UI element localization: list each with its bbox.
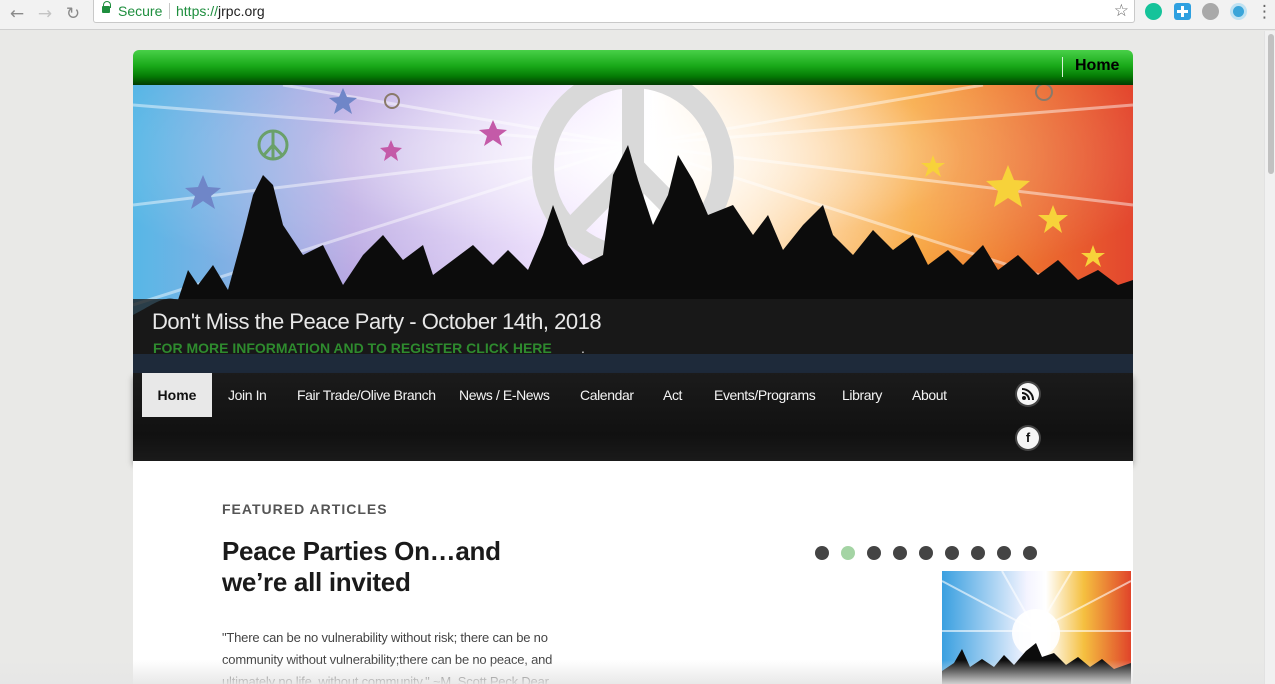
slider-dot[interactable] — [997, 546, 1011, 560]
nav-act[interactable]: Act — [663, 373, 682, 417]
browser-toolbar: ← → ↻ Secure https://jrpc.org ☆ ⋮ — [0, 0, 1275, 30]
page-scrollbar[interactable] — [1264, 31, 1275, 684]
nav-news[interactable]: News / E-News — [459, 373, 550, 417]
top-bar-divider — [1062, 57, 1063, 77]
slider-dot[interactable] — [919, 546, 933, 560]
browser-menu-icon[interactable]: ⋮ — [1256, 2, 1273, 22]
ghostery-icon[interactable] — [1202, 3, 1219, 20]
bookmark-star-icon[interactable]: ☆ — [1114, 1, 1129, 21]
lock-icon — [102, 1, 111, 13]
address-bar[interactable]: Secure https://jrpc.org ☆ — [93, 0, 1135, 23]
slider-dot[interactable] — [1023, 546, 1037, 560]
nav-fair-trade[interactable]: Fair Trade/Olive Branch — [297, 373, 436, 417]
plus-icon[interactable] — [1174, 3, 1191, 20]
hero-title: Don't Miss the Peace Party - October 14t… — [152, 309, 602, 334]
url-text[interactable]: https://jrpc.org — [176, 3, 265, 19]
secure-label: Secure — [118, 3, 163, 19]
hero-banner[interactable]: Don't Miss the Peace Party - October 14t… — [133, 85, 1133, 373]
address-divider — [169, 3, 170, 19]
slider-dot[interactable] — [945, 546, 959, 560]
scrollbar-thumb[interactable] — [1268, 34, 1274, 174]
nav-library[interactable]: Library — [842, 373, 882, 417]
slider-dot[interactable] — [841, 546, 855, 560]
reload-icon[interactable]: ↻ — [61, 2, 85, 26]
forward-icon[interactable]: → — [33, 2, 57, 26]
top-home-link[interactable]: Home — [1075, 57, 1119, 75]
slider-dot[interactable] — [971, 546, 985, 560]
nav-home[interactable]: Home — [142, 373, 212, 417]
nav-calendar[interactable]: Calendar — [580, 373, 634, 417]
hero-bottom-strip — [133, 354, 1133, 373]
site-container: Home Don't Miss the Peace Party - Octobe… — [133, 50, 1133, 684]
url-scheme: https:// — [176, 3, 219, 19]
main-nav: Home Join In Fair Trade/Olive Branch New… — [133, 373, 1133, 461]
rss-icon[interactable] — [1017, 383, 1039, 405]
featured-section: FEATURED ARTICLES Peace Parties On…and w… — [133, 461, 1133, 684]
top-bar: Home — [133, 50, 1133, 85]
colorpick-icon[interactable] — [1230, 3, 1247, 20]
article-title[interactable]: Peace Parties On…and we’re all invited — [222, 536, 552, 598]
nav-about[interactable]: About — [912, 373, 947, 417]
url-host: jrpc.org — [218, 3, 265, 19]
back-icon[interactable]: ← — [5, 2, 29, 26]
slider-dot[interactable] — [893, 546, 907, 560]
grammarly-icon[interactable] — [1145, 3, 1162, 20]
featured-articles-heading: FEATURED ARTICLES — [222, 501, 388, 517]
slider-dot[interactable] — [815, 546, 829, 560]
nav-join-in[interactable]: Join In — [228, 373, 267, 417]
bottom-fade — [0, 660, 1264, 684]
nav-events-programs[interactable]: Events/Programs — [714, 373, 816, 417]
facebook-icon[interactable]: f — [1017, 427, 1039, 449]
slider-dot[interactable] — [867, 546, 881, 560]
